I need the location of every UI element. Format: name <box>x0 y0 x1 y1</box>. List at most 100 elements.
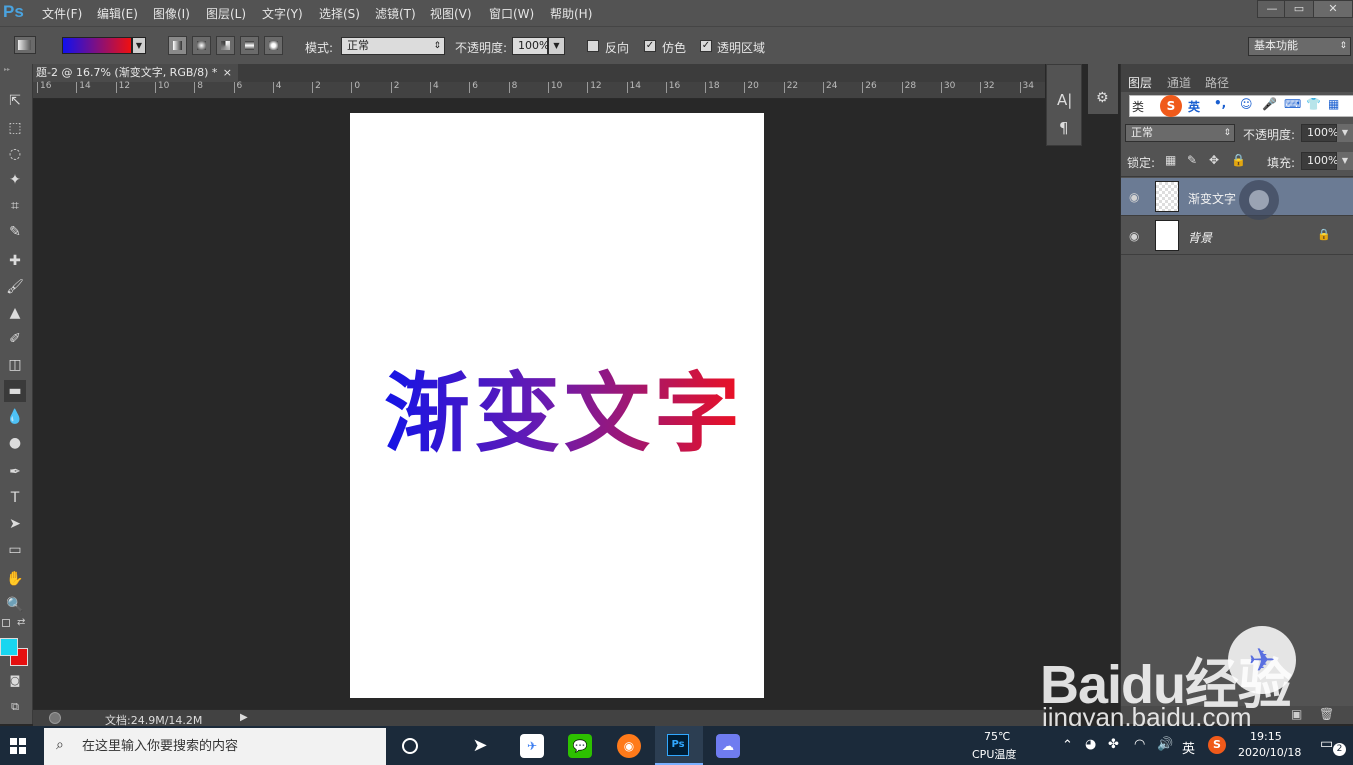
photoshop-task-button[interactable]: Ps <box>655 726 703 765</box>
tab-channels[interactable]: 通道 <box>1167 74 1191 91</box>
reverse-checkbox[interactable] <box>587 40 599 52</box>
layer-name[interactable]: 背景 <box>1188 229 1212 246</box>
ime-punct[interactable]: •, <box>1214 96 1226 110</box>
grid-icon[interactable]: ▦ <box>1328 97 1339 111</box>
pen-tool-icon[interactable]: ✒ <box>4 461 26 483</box>
tool-preset-picker[interactable] <box>14 36 36 54</box>
screen-mode-icon[interactable]: ⧉ <box>4 696 26 718</box>
crop-tool-icon[interactable]: ⌗ <box>4 195 26 217</box>
magic-wand-tool-icon[interactable]: ✦ <box>4 169 26 191</box>
emoji-icon[interactable]: ☺ <box>1240 97 1253 111</box>
zoom-tool-icon[interactable]: 🔍 <box>4 594 26 616</box>
close-window-button[interactable]: ✕ <box>1313 0 1353 18</box>
quick-mask-icon[interactable]: ◙ <box>4 670 26 692</box>
opacity-dropdown-button[interactable]: ▼ <box>548 37 565 55</box>
status-menu-arrow-icon[interactable]: ▶ <box>240 712 248 723</box>
menu-select[interactable]: 选择(S) <box>319 5 360 22</box>
menu-file[interactable]: 文件(F) <box>42 5 82 22</box>
sogou-logo-icon[interactable]: S <box>1160 95 1182 117</box>
eye-icon[interactable]: ◉ <box>1129 190 1139 204</box>
menu-filter[interactable]: 滤镜(T) <box>375 5 416 22</box>
layer-row-background[interactable]: ◉ 背景 🔒 <box>1121 217 1353 255</box>
layer-name[interactable]: 渐变文字 <box>1188 190 1236 207</box>
menu-edit[interactable]: 编辑(E) <box>97 5 138 22</box>
tray-app-icon[interactable]: ◕ <box>1085 737 1096 752</box>
lasso-tool-icon[interactable]: ◌ <box>4 143 26 165</box>
app-icon-media[interactable]: ➤ <box>468 734 492 758</box>
dither-checkbox[interactable]: ✓ <box>644 40 656 52</box>
lock-all-icon[interactable]: 🔒 <box>1231 153 1246 167</box>
tab-layers[interactable]: 图层 <box>1128 74 1152 91</box>
reflected-gradient-button[interactable] <box>240 36 259 55</box>
trash-icon[interactable]: 🗑 <box>1319 707 1334 721</box>
lock-transparent-icon[interactable]: ▦ <box>1165 153 1176 167</box>
transparency-checkbox[interactable]: ✓ <box>700 40 712 52</box>
taskbar-search-input[interactable]: 在这里输入你要搜索的内容 <box>44 728 386 765</box>
chevron-down-icon[interactable]: ▼ <box>132 37 146 54</box>
lock-paint-icon[interactable]: ✎ <box>1187 153 1197 167</box>
eraser-tool-icon[interactable]: ◫ <box>4 354 26 376</box>
radial-gradient-button[interactable] <box>192 36 211 55</box>
dodge-tool-icon[interactable]: ● <box>4 432 26 454</box>
restore-button[interactable]: ▭ <box>1284 0 1314 18</box>
character-panel-icon[interactable]: A| <box>1057 91 1072 109</box>
keyboard-icon[interactable]: ⌨ <box>1284 97 1301 111</box>
tab-paths[interactable]: 路径 <box>1205 74 1229 91</box>
move-tool-icon[interactable]: ⇱ <box>4 90 26 112</box>
new-layer-icon[interactable]: ▣ <box>1291 707 1302 721</box>
fill-input[interactable]: 100% <box>1301 152 1338 170</box>
windows-start-icon[interactable] <box>10 738 26 754</box>
history-brush-tool-icon[interactable]: ✐ <box>4 328 26 350</box>
mode-select[interactable]: 正常 ⇕ <box>341 37 445 55</box>
gradient-tool-icon[interactable]: ▬ <box>4 380 26 402</box>
sogou-tray-icon[interactable]: S <box>1208 736 1226 754</box>
blur-tool-icon[interactable]: 💧 <box>4 406 26 428</box>
type-tool-icon[interactable]: T <box>4 487 26 509</box>
angle-gradient-button[interactable] <box>216 36 235 55</box>
wechat-icon[interactable]: 💬 <box>568 734 592 758</box>
lock-position-icon[interactable]: ✥ <box>1209 153 1219 167</box>
canvas-area[interactable]: 渐变文字 <box>33 99 1045 709</box>
app-icon-lark[interactable]: ✈ <box>520 734 544 758</box>
path-selection-tool-icon[interactable]: ➤ <box>4 513 26 535</box>
swap-colors-icon[interactable]: ⇄ <box>17 617 25 628</box>
menu-view[interactable]: 视图(V) <box>430 5 472 22</box>
notification-icon[interactable]: ▭ <box>1320 736 1333 752</box>
volume-icon[interactable]: 🔊 <box>1157 737 1173 752</box>
blend-mode-select[interactable]: 正常 ⇕ <box>1125 124 1235 142</box>
clock-date[interactable]: 2020/10/18 <box>1238 746 1301 759</box>
microphone-icon[interactable]: 🎤 <box>1262 97 1277 111</box>
brush-tool-icon[interactable]: 🖌 <box>4 276 26 298</box>
opacity-input[interactable]: 100% <box>512 37 549 55</box>
paragraph-panel-icon[interactable]: ¶ <box>1059 119 1069 137</box>
panel-grip[interactable]: ▸▸ <box>4 66 28 73</box>
wifi-icon[interactable]: ◠ <box>1134 737 1145 752</box>
eye-icon[interactable]: ◉ <box>1129 229 1139 243</box>
gradient-text-layer[interactable]: 渐变文字 <box>384 343 744 468</box>
document-tab[interactable]: 题-2 @ 16.7% (渐变文字, RGB/8) * × <box>33 64 238 82</box>
workspace-select[interactable]: 基本功能 ⇕ <box>1248 37 1351 56</box>
eyedropper-tool-icon[interactable]: ✎ <box>4 221 26 243</box>
hand-tool-icon[interactable]: ✋ <box>4 568 26 590</box>
clock-time[interactable]: 19:15 <box>1250 730 1282 743</box>
app-icon-cloud[interactable]: ☁ <box>716 734 740 758</box>
menu-help[interactable]: 帮助(H) <box>550 5 592 22</box>
layer-opacity-input[interactable]: 100% <box>1301 124 1338 142</box>
foreground-color-swatch[interactable] <box>0 638 18 656</box>
close-tab-icon[interactable]: × <box>223 64 232 82</box>
tray-color-icon[interactable]: ✤ <box>1108 737 1119 752</box>
tray-expand-icon[interactable]: ⌃ <box>1062 738 1073 753</box>
default-colors-icon[interactable] <box>2 619 10 627</box>
menu-image[interactable]: 图像(I) <box>153 5 190 22</box>
properties-panel-icon[interactable]: ⚙ <box>1096 90 1109 106</box>
zoom-status-icon[interactable] <box>49 712 61 724</box>
ime-lang[interactable]: 英 <box>1188 98 1200 115</box>
firefox-icon[interactable]: ◉ <box>617 734 641 758</box>
input-lang-indicator[interactable]: 英 <box>1182 738 1195 757</box>
healing-brush-tool-icon[interactable]: ✚ <box>4 250 26 272</box>
skin-icon[interactable]: 👕 <box>1306 97 1321 111</box>
menu-layer[interactable]: 图层(L) <box>206 5 246 22</box>
layer-row-gradient-text[interactable]: ◉ 渐变文字 <box>1121 178 1353 220</box>
shape-tool-icon[interactable]: ▭ <box>4 539 26 561</box>
task-view-icon[interactable] <box>402 738 418 754</box>
